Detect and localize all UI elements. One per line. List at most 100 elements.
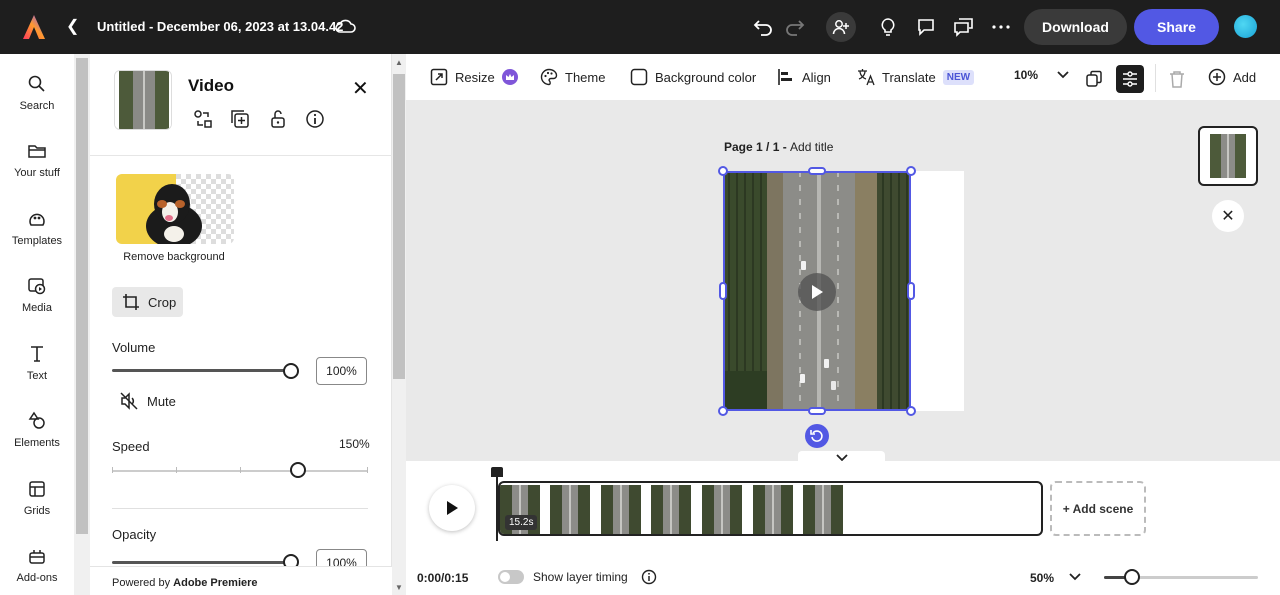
resize-handle-top-right[interactable]: [906, 166, 916, 176]
redo-icon[interactable]: [782, 14, 808, 40]
mute-icon: [120, 392, 138, 410]
toolbar-divider: [1155, 64, 1156, 92]
scroll-thumb[interactable]: [76, 58, 88, 534]
canvas-area: Page 1 / 1 - Add title ✕: [406, 100, 1280, 465]
video-play-overlay-button[interactable]: [798, 273, 836, 311]
crop-button[interactable]: Crop: [112, 287, 183, 317]
close-panel-icon[interactable]: ✕: [352, 76, 369, 101]
download-button[interactable]: Download: [1024, 9, 1127, 45]
rail-item-templates[interactable]: Templates: [0, 209, 74, 247]
panel-title: Video: [188, 76, 234, 95]
document-title[interactable]: Untitled - December 06, 2023 at 13.04.42: [97, 19, 343, 34]
translate-label: Translate: [882, 69, 936, 85]
delete-button[interactable]: [1163, 65, 1191, 93]
page-thumbnail[interactable]: [1198, 126, 1258, 186]
rail-item-your-stuff[interactable]: Your stuff: [0, 141, 74, 179]
add-scene-button[interactable]: + Add scene: [1050, 481, 1146, 536]
back-chevron-icon[interactable]: ❮: [66, 16, 79, 36]
opacity-slider-track[interactable]: [112, 561, 292, 564]
page-number: Page 1 / 1 -: [724, 140, 791, 154]
chevron-down-icon[interactable]: [1069, 569, 1081, 583]
zoom-dropdown[interactable]: 10%: [1014, 68, 1069, 82]
show-layer-timing-label: Show layer timing: [533, 570, 628, 584]
timeline-zoom-value[interactable]: 50%: [1030, 571, 1054, 585]
volume-slider-track[interactable]: [112, 369, 292, 372]
align-button[interactable]: Align: [777, 68, 831, 86]
rail-item-elements[interactable]: Elements: [0, 411, 74, 449]
speed-tick: [240, 467, 241, 473]
align-label: Align: [802, 69, 831, 85]
comment-icon[interactable]: [913, 14, 939, 40]
volume-value-field[interactable]: 100%: [316, 357, 367, 385]
speed-label: Speed: [112, 439, 150, 454]
timeline-play-button[interactable]: [429, 485, 475, 531]
rail-item-label: Add-ons: [16, 572, 58, 584]
play-icon: [447, 501, 458, 515]
replace-icon[interactable]: [192, 108, 214, 130]
user-avatar[interactable]: [1234, 15, 1257, 38]
cloud-sync-icon[interactable]: [334, 17, 356, 35]
rail-item-grids[interactable]: Grids: [0, 479, 74, 517]
mute-button[interactable]: Mute: [120, 392, 176, 410]
info-icon[interactable]: [641, 569, 657, 585]
crop-icon: [123, 294, 139, 310]
mute-label: Mute: [147, 393, 176, 409]
resize-handle-bottom-left[interactable]: [718, 406, 728, 416]
rail-item-label: Templates: [11, 235, 63, 247]
rotate-handle[interactable]: [805, 424, 829, 448]
duplicate-icon[interactable]: [229, 108, 251, 130]
powered-brand: Adobe Premiere: [173, 577, 258, 589]
panel-scrollbar[interactable]: ▲ ▼: [392, 54, 406, 595]
resize-handle-right[interactable]: [907, 282, 915, 300]
crop-label: Crop: [148, 294, 177, 310]
invite-collaborator-button[interactable]: [826, 12, 856, 42]
more-options-icon[interactable]: [988, 14, 1014, 40]
resize-handle-bottom-right[interactable]: [906, 406, 916, 416]
undo-icon[interactable]: [750, 14, 776, 40]
clip-frame: [803, 485, 843, 534]
adobe-express-logo-icon[interactable]: [22, 14, 46, 40]
present-icon[interactable]: [951, 14, 977, 40]
canvas-toolbar: Resize Theme Background color Align Tran…: [406, 54, 1280, 100]
scroll-down-arrow-icon[interactable]: ▼: [395, 583, 403, 592]
timeline-zoom-knob[interactable]: [1124, 569, 1140, 585]
unlock-icon[interactable]: [267, 108, 289, 130]
playhead[interactable]: [496, 467, 498, 541]
show-layer-timing-toggle[interactable]: [498, 570, 524, 584]
rail-item-media[interactable]: Media: [0, 276, 74, 314]
rail-scrollbar[interactable]: [74, 54, 90, 595]
layers-button[interactable]: [1080, 65, 1108, 93]
scroll-up-arrow-icon[interactable]: ▲: [395, 58, 403, 67]
video-clip-track[interactable]: 15.2s: [498, 481, 1043, 536]
powered-by-footer: Powered by Adobe Premiere: [90, 566, 392, 595]
remove-background-card[interactable]: [116, 174, 234, 244]
speed-slider-knob[interactable]: [290, 462, 306, 478]
lightbulb-icon[interactable]: [875, 14, 901, 40]
volume-slider-knob[interactable]: [283, 363, 299, 379]
divider: [90, 155, 392, 156]
scroll-thumb[interactable]: [393, 74, 405, 379]
arrange-button[interactable]: [1116, 65, 1144, 93]
resize-handle-top[interactable]: [808, 167, 826, 175]
grids-icon: [29, 481, 45, 497]
share-button[interactable]: Share: [1134, 9, 1219, 45]
background-color-button[interactable]: Background color: [630, 68, 756, 86]
rail-item-add-ons[interactable]: Add-ons: [0, 546, 74, 584]
resize-handle-top-left[interactable]: [718, 166, 728, 176]
add-button[interactable]: Add: [1208, 68, 1256, 86]
translate-button[interactable]: Translate NEW: [857, 68, 975, 86]
background-color-label: Background color: [655, 69, 757, 85]
resize-button[interactable]: Resize: [430, 68, 518, 86]
theme-button[interactable]: Theme: [540, 68, 605, 86]
rail-item-search[interactable]: Search: [0, 74, 74, 112]
rail-item-text[interactable]: Text: [0, 344, 74, 382]
info-icon[interactable]: [304, 108, 326, 130]
user-plus-icon: [832, 20, 849, 35]
close-pages-icon[interactable]: ✕: [1212, 200, 1244, 232]
playhead-handle[interactable]: [491, 467, 503, 477]
page-label: Page 1 / 1 - Add title: [724, 140, 833, 154]
rail-item-label: Your stuff: [14, 167, 60, 179]
resize-handle-bottom[interactable]: [808, 407, 826, 415]
resize-handle-left[interactable]: [719, 282, 727, 300]
add-title-link[interactable]: Add title: [790, 140, 833, 154]
